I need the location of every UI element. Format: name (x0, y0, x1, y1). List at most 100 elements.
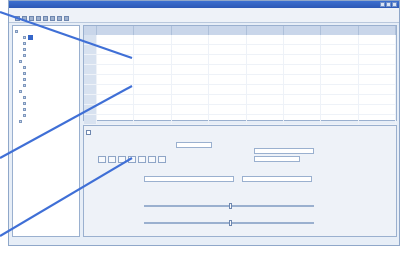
grid-cell[interactable] (320, 35, 359, 45)
maximize-button[interactable] (386, 2, 391, 7)
column-header[interactable] (358, 26, 397, 35)
column-header[interactable] (283, 26, 322, 35)
grid-cell[interactable] (96, 94, 135, 105)
slider-thumb[interactable] (229, 203, 232, 209)
grid-cell[interactable] (320, 74, 359, 85)
close-button[interactable] (392, 2, 397, 7)
panel-input[interactable] (254, 148, 314, 154)
grid-cell[interactable] (246, 114, 284, 125)
row-header[interactable] (84, 84, 97, 95)
grid-cell[interactable] (283, 84, 322, 95)
grid-cell[interactable] (320, 64, 359, 75)
grid-cell[interactable] (208, 64, 247, 75)
grid-cell[interactable] (358, 44, 397, 55)
navigation-tree[interactable] (12, 25, 80, 237)
grid-cell[interactable] (283, 54, 322, 65)
grid-cell[interactable] (133, 104, 172, 115)
row-header[interactable] (84, 114, 97, 125)
grid-cell[interactable] (283, 35, 322, 45)
print-icon[interactable] (36, 16, 41, 21)
panel-slider[interactable] (144, 220, 314, 226)
grid-cell[interactable] (320, 94, 359, 105)
copy-icon[interactable] (50, 16, 55, 21)
grid-cell[interactable] (171, 44, 210, 55)
undo-icon[interactable] (64, 16, 69, 21)
grid-cell[interactable] (133, 54, 172, 65)
grid-cell[interactable] (171, 94, 210, 105)
panel-button[interactable] (98, 156, 106, 163)
table-row[interactable] (84, 64, 397, 75)
grid-cell[interactable] (208, 94, 247, 105)
cut-icon[interactable] (43, 16, 48, 21)
grid-cell[interactable] (358, 64, 397, 75)
panel-input[interactable] (176, 142, 212, 148)
grid-cell[interactable] (96, 54, 135, 65)
grid-cell[interactable] (208, 84, 247, 95)
grid-cell[interactable] (96, 84, 135, 95)
grid-cell[interactable] (283, 44, 322, 55)
grid-cell[interactable] (133, 94, 172, 105)
panel-input[interactable] (144, 176, 234, 182)
row-header[interactable] (84, 74, 97, 85)
grid-cell[interactable] (358, 84, 397, 95)
grid-cell[interactable] (208, 44, 247, 55)
data-grid[interactable] (83, 25, 397, 145)
grid-cell[interactable] (171, 84, 210, 95)
row-header[interactable] (84, 44, 97, 55)
grid-cell[interactable] (283, 104, 322, 115)
grid-cell[interactable] (358, 114, 397, 125)
grid-cell[interactable] (358, 94, 397, 105)
grid-cell[interactable] (283, 74, 322, 85)
grid-cell[interactable] (171, 114, 210, 125)
grid-cell[interactable] (320, 104, 359, 115)
row-header[interactable] (84, 104, 97, 115)
grid-cell[interactable] (246, 64, 284, 75)
grid-cell[interactable] (208, 54, 247, 65)
grid-cell[interactable] (133, 74, 172, 85)
grid-cell[interactable] (320, 54, 359, 65)
open-icon[interactable] (22, 16, 27, 21)
grid-cell[interactable] (283, 94, 322, 105)
panel-select[interactable] (254, 156, 300, 162)
table-row[interactable] (84, 44, 397, 55)
panel-button[interactable] (118, 156, 126, 163)
panel-button[interactable] (108, 156, 116, 163)
table-row[interactable] (84, 94, 397, 105)
grid-cell[interactable] (246, 94, 284, 105)
panel-button[interactable] (148, 156, 156, 163)
grid-cell[interactable] (358, 74, 397, 85)
grid-cell[interactable] (171, 104, 210, 115)
row-header[interactable] (84, 54, 97, 65)
table-row[interactable] (84, 84, 397, 95)
grid-cell[interactable] (133, 114, 172, 125)
grid-cell[interactable] (283, 64, 322, 75)
grid-cell[interactable] (133, 35, 172, 45)
grid-cell[interactable] (171, 64, 210, 75)
new-icon[interactable] (15, 16, 20, 21)
panel-slider[interactable] (144, 203, 314, 209)
column-header[interactable] (171, 26, 210, 35)
grid-cell[interactable] (358, 104, 397, 115)
table-row[interactable] (84, 114, 397, 125)
grid-cell[interactable] (246, 35, 284, 45)
grid-cell[interactable] (96, 114, 135, 125)
row-header[interactable] (84, 94, 97, 105)
save-icon[interactable] (29, 16, 34, 21)
grid-cell[interactable] (171, 54, 210, 65)
grid-cell[interactable] (208, 104, 247, 115)
slider-thumb[interactable] (229, 220, 232, 226)
grid-cell[interactable] (96, 74, 135, 85)
grid-cell[interactable] (208, 35, 247, 45)
grid-cell[interactable] (246, 104, 284, 115)
grid-cell[interactable] (133, 84, 172, 95)
grid-cell[interactable] (171, 74, 210, 85)
grid-cell[interactable] (320, 44, 359, 55)
grid-cell[interactable] (208, 114, 247, 125)
grid-cell[interactable] (358, 54, 397, 65)
panel-button[interactable] (158, 156, 166, 163)
grid-cell[interactable] (246, 74, 284, 85)
row-header[interactable] (84, 35, 97, 45)
grid-cell[interactable] (171, 35, 210, 45)
grid-cell[interactable] (96, 64, 135, 75)
grid-cell[interactable] (283, 114, 322, 125)
